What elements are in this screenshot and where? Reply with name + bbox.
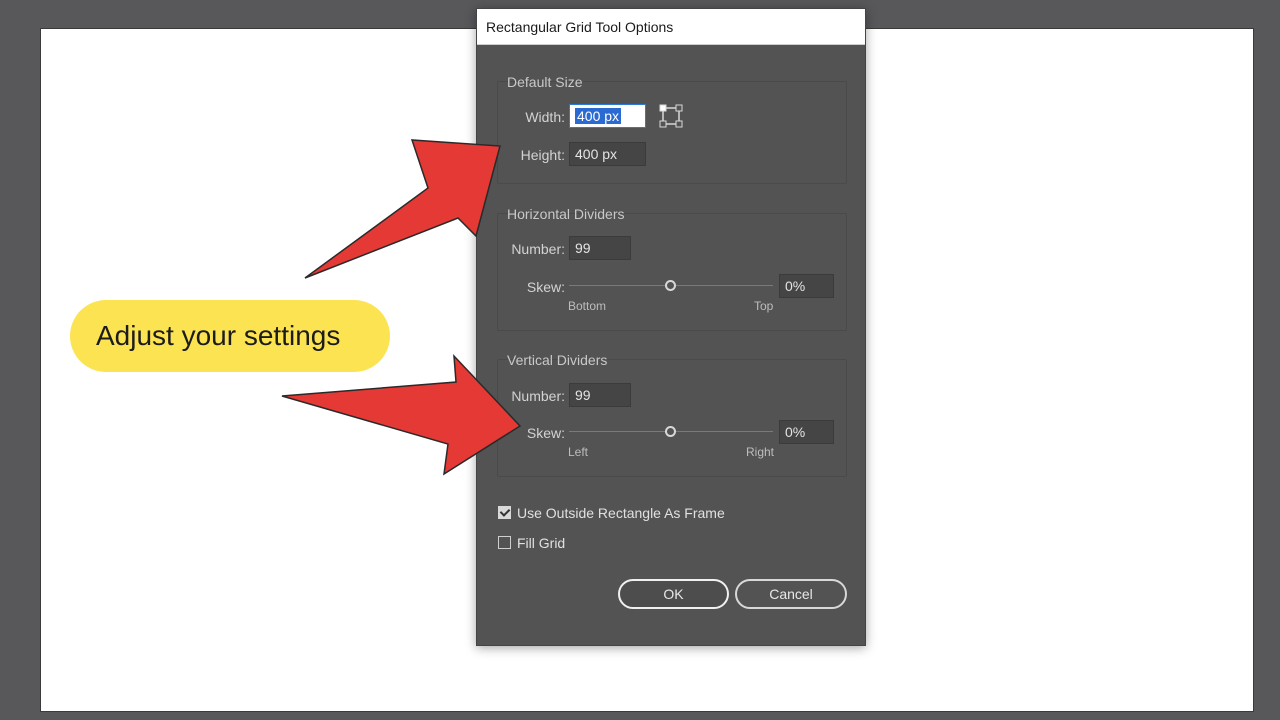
upper-arrow [304, 139, 501, 279]
lower-arrow [281, 353, 522, 476]
callout-label: Adjust your settings [70, 300, 390, 372]
